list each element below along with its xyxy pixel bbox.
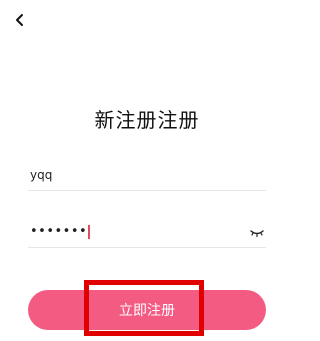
password-field[interactable]: ••••••• (28, 223, 266, 248)
back-button[interactable] (8, 8, 32, 32)
text-caret (88, 224, 91, 239)
register-button-label: 立即注册 (119, 303, 175, 319)
page-title: 新注册注册 (94, 108, 200, 132)
eye-closed-icon[interactable] (250, 228, 264, 238)
register-screen: 新注册注册 yqq ••••••• 立即注册 (0, 0, 294, 341)
username-input-value: yqq (30, 168, 53, 182)
register-button[interactable]: 立即注册 (28, 290, 266, 330)
password-mask: ••••••• (30, 224, 88, 239)
password-input-value: ••••••• (30, 224, 91, 239)
username-field[interactable]: yqq (28, 166, 266, 191)
chevron-left-icon (16, 14, 23, 26)
